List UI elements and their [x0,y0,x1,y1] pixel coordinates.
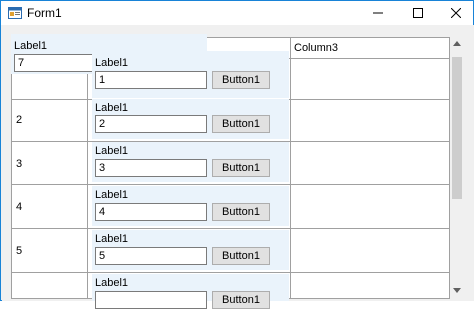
row-panel: Label1 2 Button1 [92,99,289,139]
row-panel-label: Label1 [95,102,129,114]
title-bar[interactable]: Form1 [1,1,473,25]
close-button[interactable] [437,1,474,25]
client-area: Column3 2 3 4 5 Label1 7 Label1 1 Button… [2,25,474,309]
row-panel: Label1 Button1 [92,274,289,309]
minimize-icon [373,12,383,14]
row-panel-button[interactable]: Button1 [212,247,270,265]
row-panel-button[interactable]: Button1 [212,159,270,177]
form-window: Form1 Column3 2 3 4 5 Label1 7 Label1 1 … [0,0,474,309]
row-panel-textbox[interactable]: 3 [95,159,207,177]
row-panel-button[interactable]: Button1 [212,291,270,309]
row-panel-label: Label1 [95,145,129,157]
grid-divider [12,272,449,273]
app-icon [8,7,22,19]
scrollbar-thumb[interactable] [452,57,462,199]
vertical-scrollbar[interactable] [450,37,464,299]
row-header[interactable]: 5 [16,245,22,257]
row-panel-label: Label1 [95,277,129,289]
row-header[interactable]: 2 [16,114,22,126]
maximize-icon [413,8,423,18]
row-panel: Label1 1 Button1 [92,51,289,98]
grid-divider [87,38,88,298]
grid-divider [12,228,449,229]
row-panel: Label1 5 Button1 [92,230,289,270]
row-panel-textbox[interactable]: 5 [95,247,207,265]
close-icon [451,8,461,18]
grid-divider [290,38,291,298]
column-header-column3[interactable]: Column3 [290,38,338,58]
row-panel-textbox[interactable] [95,291,207,309]
row-panel-textbox[interactable]: 1 [95,71,207,89]
row-panel: Label1 3 Button1 [92,142,289,182]
row-header[interactable]: 4 [16,201,22,213]
row-panel-label: Label1 [95,189,129,201]
row-panel-textbox[interactable]: 4 [95,203,207,221]
top-panel-label: Label1 [14,40,48,52]
scroll-down-arrow-icon[interactable] [453,288,461,293]
minimize-button[interactable] [359,1,397,25]
row-panel-button[interactable]: Button1 [212,203,270,221]
row-panel-textbox[interactable]: 2 [95,115,207,133]
window-title: Form1 [27,6,62,20]
row-panel: Label1 4 Button1 [92,186,289,226]
maximize-button[interactable] [399,1,437,25]
row-header[interactable]: 3 [16,158,22,170]
grid-divider [12,184,449,185]
row-panel-label: Label1 [95,57,129,69]
row-panel-label: Label1 [95,233,129,245]
row-panel-button[interactable]: Button1 [212,115,270,133]
row-panel-button[interactable]: Button1 [212,71,270,89]
scroll-up-arrow-icon[interactable] [453,41,461,46]
